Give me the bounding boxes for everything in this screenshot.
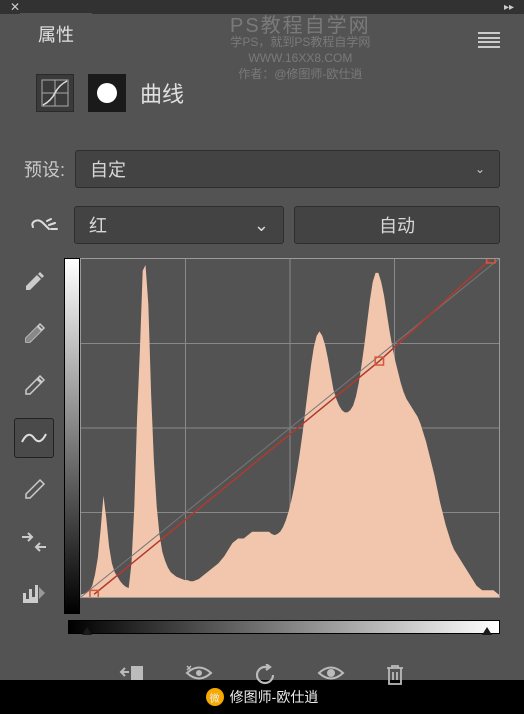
tab-properties[interactable]: 属性 [20, 13, 92, 55]
eyedropper-white-icon[interactable] [14, 366, 54, 406]
adjustment-title: 曲线 [140, 77, 184, 109]
visibility-icon[interactable] [317, 664, 345, 692]
pencil-tool-icon[interactable] [14, 470, 54, 510]
auto-button[interactable]: 自动 [294, 206, 500, 244]
histogram-clip-icon[interactable] [14, 574, 54, 614]
targeted-adjust-icon[interactable] [24, 210, 64, 240]
black-point-marker[interactable] [82, 627, 92, 635]
chevron-down-icon: ⌄ [475, 162, 485, 176]
eyedropper-gray-icon[interactable] [14, 314, 54, 354]
preset-select[interactable]: 自定⌄ [75, 150, 500, 188]
weibo-icon: 微 [206, 688, 224, 706]
eyedropper-black-icon[interactable] [14, 262, 54, 302]
channel-select[interactable]: 红⌄ [74, 206, 284, 244]
panel-menu-icon[interactable] [478, 32, 500, 48]
input-gradient[interactable] [68, 620, 500, 634]
curves-graph[interactable] [80, 258, 500, 598]
collapse-icon[interactable]: ▸▸ [504, 2, 514, 13]
chevron-down-icon: ⌄ [254, 215, 269, 236]
curves-icon [36, 74, 74, 112]
clip-to-layer-icon[interactable] [119, 664, 145, 692]
close-icon[interactable]: ✕ [10, 0, 20, 14]
smooth-tool-icon[interactable] [14, 522, 54, 562]
white-point-marker[interactable] [482, 627, 492, 635]
view-previous-icon[interactable] [185, 664, 213, 692]
preset-label: 预设: [24, 156, 65, 182]
trash-icon[interactable] [385, 664, 405, 692]
curve-point-tool-icon[interactable] [14, 418, 54, 458]
output-gradient [64, 258, 80, 614]
mask-icon[interactable] [88, 74, 126, 112]
watermark: PS教程自学网 学PS，就到PS教程自学网 WWW.16XX8.COM 作者：@… [230, 18, 371, 82]
